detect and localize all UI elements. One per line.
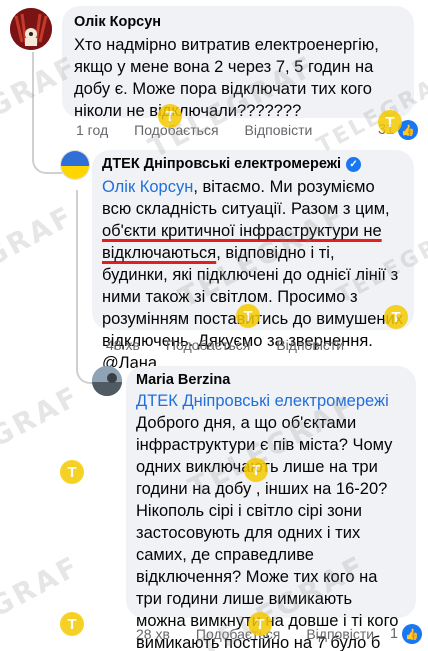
- reply-bubble: ДТЕК Дніпровські електромережі ✓ Олік Ко…: [92, 150, 414, 372]
- reply-text: ДТЕК Дніпровські електромережі Доброго д…: [136, 390, 406, 651]
- reply-button[interactable]: Відповісти: [245, 122, 313, 138]
- reply-author[interactable]: Maria Berzina: [136, 372, 406, 388]
- reply-author-name: ДТЕК Дніпровські електромережі: [102, 156, 342, 172]
- avatar-maria-berzina[interactable]: [92, 366, 122, 396]
- reply-button[interactable]: Відповісти: [276, 337, 344, 353]
- avatar-image-icon: [10, 8, 52, 50]
- reply-actions: 48 хв Подобається Відповісти: [106, 337, 344, 353]
- reply-time[interactable]: 48 хв: [106, 337, 140, 353]
- watermark-text: GRAF: [0, 379, 86, 454]
- watermark-logo-icon: T: [60, 612, 84, 636]
- reply-time[interactable]: 28 хв: [136, 626, 170, 642]
- mention-link[interactable]: Олік Корсун: [102, 178, 193, 196]
- avatar-photo-icon: [92, 366, 122, 396]
- reply-bubble: Maria Berzina ДТЕК Дніпровські електроме…: [126, 366, 416, 651]
- comment-text: Хто надмірно витратив електроенергію, як…: [74, 36, 379, 120]
- comment-actions: 1 год Подобається Відповісти: [76, 122, 312, 138]
- verified-badge-icon: ✓: [346, 156, 362, 172]
- thread-connector: [76, 330, 92, 384]
- watermark-logo-icon: T: [60, 460, 84, 484]
- avatar-olik-korsun[interactable]: [10, 8, 52, 50]
- reply-author[interactable]: ДТЕК Дніпровські електромережі ✓: [102, 156, 404, 172]
- reply-text-body: Доброго дня, а що об'єктами інфраструкту…: [136, 414, 399, 651]
- watermark-logo-icon: T: [158, 104, 182, 128]
- like-reaction-icon: 👍: [402, 624, 423, 644]
- like-button[interactable]: Подобається: [166, 337, 250, 353]
- comment-bubble: Олік Корсун Хто надмірно витратив електр…: [62, 6, 414, 120]
- watermark-logo-icon: T: [244, 458, 268, 482]
- reply-button[interactable]: Відповісти: [306, 626, 374, 642]
- comment-time[interactable]: 1 год: [76, 122, 108, 138]
- comment-author[interactable]: Олік Корсун: [74, 14, 402, 30]
- mention-link[interactable]: ДТЕК Дніпровські електромережі: [136, 390, 406, 412]
- watermark-logo-icon: T: [248, 612, 272, 636]
- watermark-logo-icon: T: [236, 304, 260, 328]
- watermark-text: GRAF: [0, 199, 80, 274]
- ukraine-flag-icon: [61, 151, 89, 179]
- thread-connector: [32, 110, 62, 174]
- avatar-dtek[interactable]: [60, 150, 90, 180]
- reaction-number: 1: [390, 626, 399, 642]
- watermark-logo-icon: T: [384, 305, 408, 329]
- watermark-logo-icon: T: [378, 110, 402, 134]
- reaction-count[interactable]: 1 👍: [390, 624, 423, 644]
